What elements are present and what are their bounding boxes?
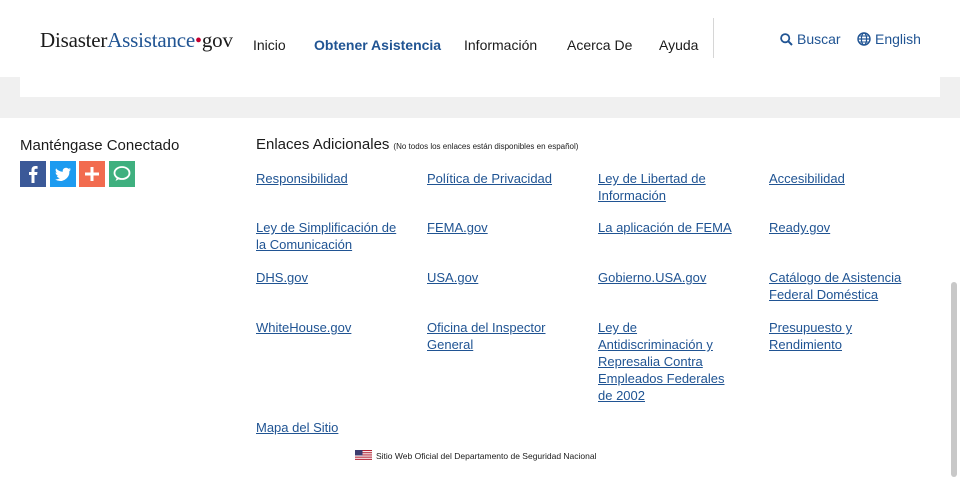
footer-link-libertad-informacion[interactable]: Ley de Libertad de Información — [598, 170, 728, 204]
facebook-button[interactable] — [20, 161, 46, 187]
nav-item-obtener-asistencia[interactable]: Obtener Asistencia — [314, 37, 441, 53]
footer-link-gobierno-usa[interactable]: Gobierno.USA.gov — [598, 269, 753, 286]
nav-item-acerca-de[interactable]: Acerca De — [567, 37, 632, 53]
search-icon — [780, 33, 793, 46]
footer-link-presupuesto[interactable]: Presupuesto y Rendimiento — [769, 319, 879, 353]
footer-link-responsibilidad[interactable]: Responsibilidad — [256, 170, 411, 187]
links-title: Enlaces Adicionales — [256, 136, 390, 153]
footer-link-mapa-sitio[interactable]: Mapa del Sitio — [256, 419, 411, 436]
plus-share-icon — [85, 167, 99, 181]
globe-icon — [857, 32, 871, 46]
scrollbar-thumb[interactable] — [951, 282, 957, 477]
content-card-bottom — [20, 77, 940, 97]
nav-divider — [713, 18, 714, 58]
footer-link-usa[interactable]: USA.gov — [427, 269, 582, 286]
footer-link-antidiscriminacion[interactable]: Ley de Antidiscriminación y Represalia C… — [598, 319, 738, 404]
search-label: Buscar — [797, 31, 841, 47]
connect-title: Manténgase Conectado — [20, 137, 180, 154]
footer-link-fema[interactable]: FEMA.gov — [427, 219, 582, 236]
twitter-button[interactable] — [50, 161, 76, 187]
chat-bubble-icon — [113, 166, 131, 181]
language-toggle[interactable]: English — [857, 31, 921, 47]
footer-link-catalogo[interactable]: Catálogo de Asistencia Federal Doméstica — [769, 269, 919, 303]
language-label: English — [875, 31, 921, 47]
facebook-icon — [29, 166, 38, 183]
logo-part-assistance: Assistance — [107, 28, 196, 52]
nav-item-ayuda[interactable]: Ayuda — [659, 37, 698, 53]
footer-link-accesibilidad[interactable]: Accesibilidad — [769, 170, 924, 187]
footer-link-app-fema[interactable]: La aplicación de FEMA — [598, 219, 753, 236]
twitter-icon — [55, 167, 71, 181]
search-button[interactable]: Buscar — [780, 31, 841, 47]
links-note: (No todos los enlaces están disponibles … — [393, 142, 579, 151]
logo-part-disaster: Disaster — [40, 28, 108, 52]
share-button[interactable] — [79, 161, 105, 187]
us-flag-icon — [355, 450, 372, 461]
chat-button[interactable] — [109, 161, 135, 187]
site-logo[interactable]: DisasterAssistance•gov — [40, 27, 233, 54]
footer-link-dhs[interactable]: DHS.gov — [256, 269, 411, 286]
logo-dot: • — [195, 30, 202, 52]
footer-link-whitehouse[interactable]: WhiteHouse.gov — [256, 319, 411, 336]
page-scrollbar[interactable] — [951, 282, 959, 477]
footer-link-privacidad[interactable]: Política de Privacidad — [427, 170, 582, 187]
official-site-notice: Sitio Web Oficial del Departamento de Se… — [355, 450, 597, 461]
nav-item-inicio[interactable]: Inicio — [253, 37, 286, 53]
nav-item-informacion[interactable]: Información — [464, 37, 537, 53]
logo-part-gov: gov — [201, 28, 233, 52]
footer-link-simplificacion[interactable]: Ley de Simplificación de la Comunicación — [256, 219, 408, 253]
site-header: DisasterAssistance•gov Inicio Obtener As… — [0, 0, 960, 77]
footer-link-inspector-general[interactable]: Oficina del Inspector General — [427, 319, 567, 353]
links-section-title: Enlaces Adicionales (No todos los enlaces… — [256, 136, 578, 153]
official-text: Sitio Web Oficial del Departamento de Se… — [376, 451, 597, 461]
footer-link-ready[interactable]: Ready.gov — [769, 219, 924, 236]
